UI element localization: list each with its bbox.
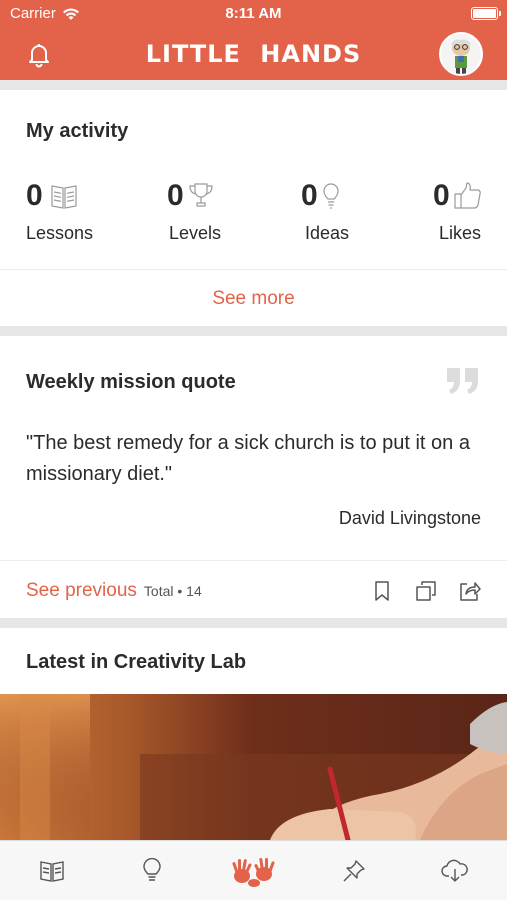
- stat-likes-value: 0: [433, 179, 450, 212]
- book-icon: [39, 859, 65, 883]
- pin-icon: [342, 859, 366, 883]
- stat-ideas-label: Ideas: [305, 223, 350, 243]
- avatar[interactable]: [439, 32, 483, 76]
- creativity-card: Latest in Creativity Lab: [0, 628, 507, 840]
- activity-title: My activity: [26, 120, 129, 142]
- quote-card: Weekly mission quote "The best remedy fo…: [0, 336, 507, 618]
- app-title: LITTLE HANDS: [145, 40, 362, 68]
- tab-ideas[interactable]: [132, 851, 172, 891]
- creativity-title: Latest in Creativity Lab: [26, 651, 247, 673]
- lightbulb-icon: [141, 858, 163, 884]
- see-previous-link[interactable]: See previous: [26, 580, 137, 602]
- status-bar: Carrier 8:11 AM: [0, 0, 507, 28]
- stat-ideas-value: 0: [301, 179, 318, 212]
- see-previous-row: See previous Total • 14: [26, 580, 202, 602]
- copy-icon[interactable]: [414, 579, 438, 603]
- trophy-icon: [187, 181, 215, 211]
- quote-mark-icon: [445, 364, 481, 396]
- stat-levels-label: Levels: [169, 223, 222, 243]
- divider: [0, 269, 507, 270]
- stat-likes-label: Likes: [439, 223, 482, 243]
- tab-lessons[interactable]: [32, 851, 72, 891]
- app-header: Carrier 8:11 AM LITTLE HANDS: [0, 0, 507, 80]
- activity-card: My activity 0 Lessons 0 Levels 0 Ideas 0…: [0, 90, 507, 326]
- tab-home[interactable]: [228, 851, 280, 891]
- share-icon[interactable]: [458, 579, 482, 603]
- bookmark-icon[interactable]: [372, 580, 392, 602]
- lightbulb-icon: [319, 181, 347, 211]
- quote-total: Total • 14: [143, 583, 202, 599]
- divider: [0, 560, 507, 561]
- stat-lessons-value: 0: [26, 179, 43, 212]
- book-icon: [50, 181, 78, 211]
- quote-title: Weekly mission quote: [26, 371, 236, 393]
- stat-levels-value: 0: [167, 179, 184, 212]
- see-more-link[interactable]: See more: [0, 288, 507, 310]
- tab-bar: [0, 840, 507, 900]
- creativity-image[interactable]: [0, 694, 507, 840]
- thumbs-up-icon: [453, 181, 481, 211]
- tab-downloads[interactable]: [435, 851, 475, 891]
- quote-author: David Livingstone: [338, 508, 481, 528]
- status-time: 8:11 AM: [225, 5, 282, 22]
- battery-icon: [471, 7, 501, 20]
- cloud-download-icon: [441, 859, 469, 883]
- hands-icon: [228, 854, 280, 888]
- tab-pinned[interactable]: [334, 851, 374, 891]
- quote-text: "The best remedy for a sick church is to…: [26, 432, 470, 485]
- stat-lessons-label: Lessons: [26, 223, 94, 243]
